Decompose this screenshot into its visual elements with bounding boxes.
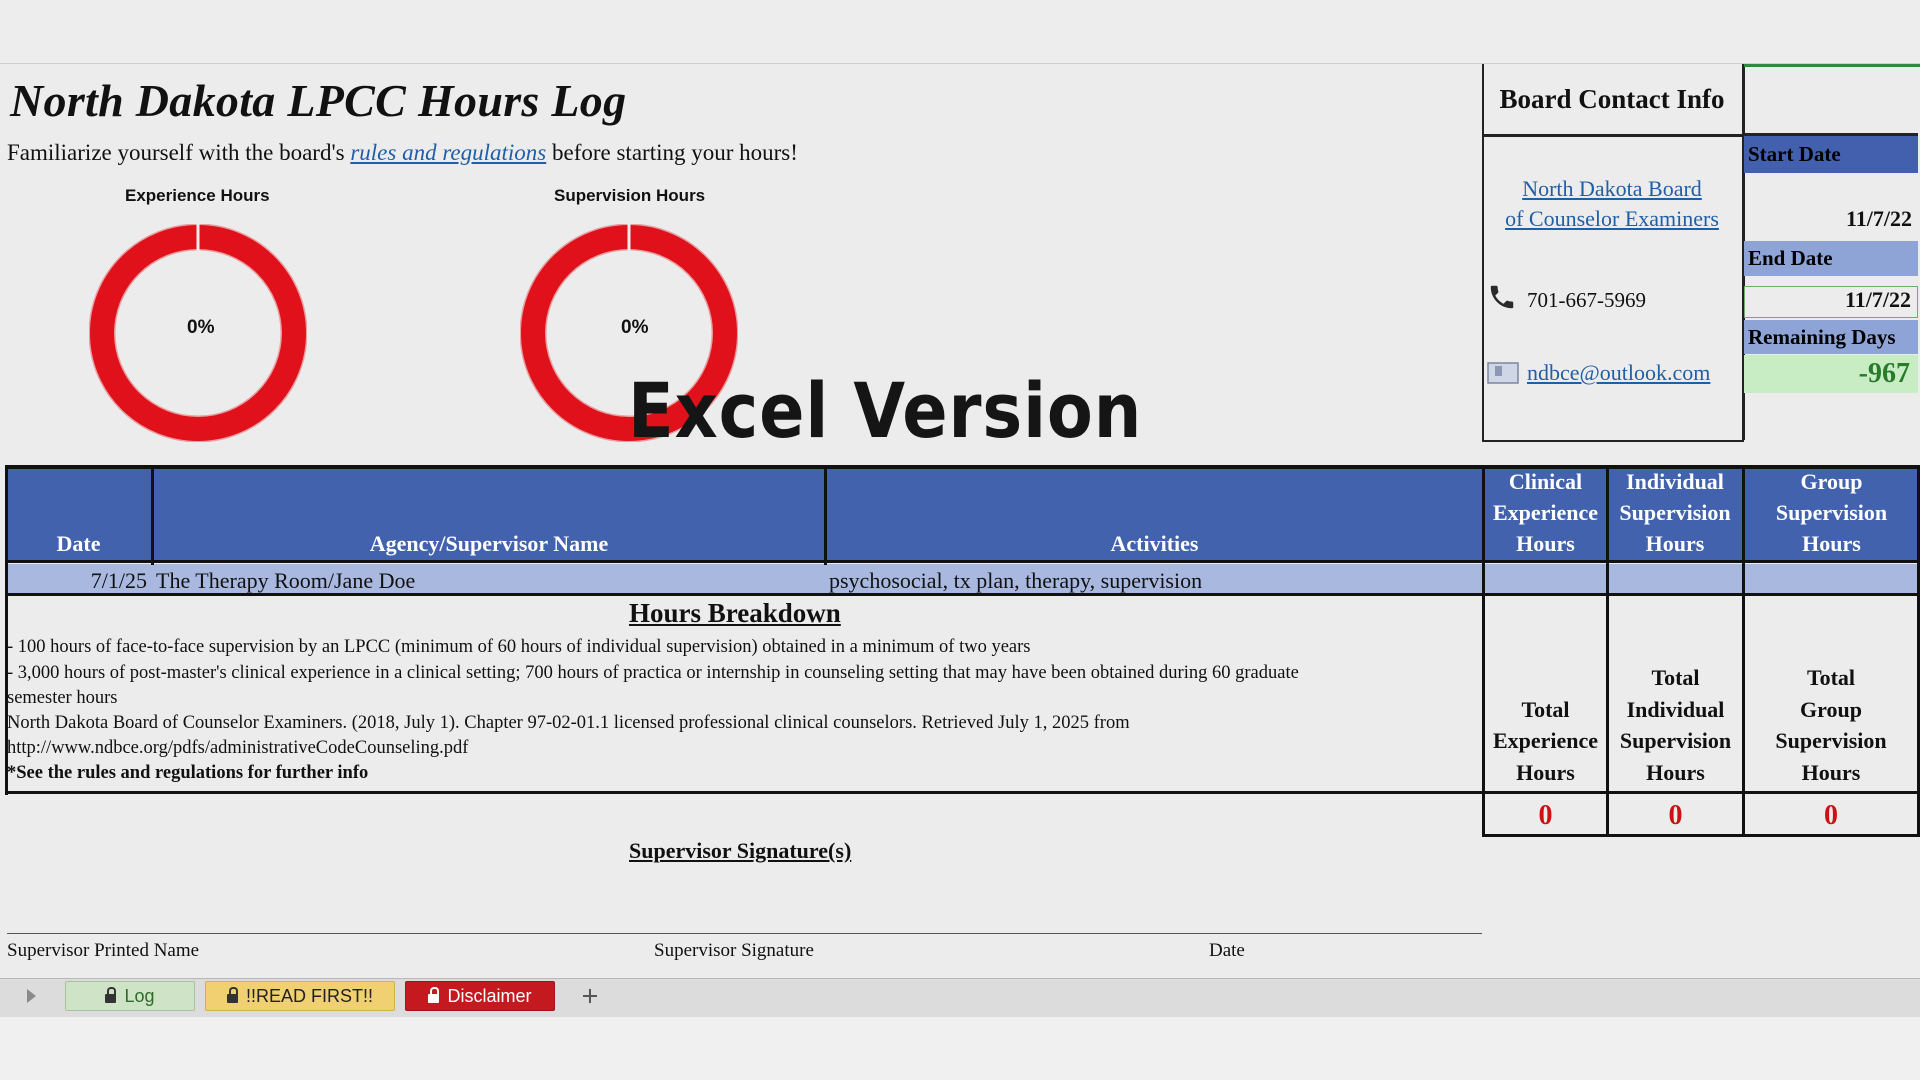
header-group-line2: Supervision xyxy=(1775,500,1888,525)
header-group-hours: Group Supervision Hours xyxy=(1745,465,1918,563)
total-experience-value: 0 xyxy=(1538,800,1553,831)
col-divider xyxy=(824,465,827,565)
total-group-value: 0 xyxy=(1824,800,1838,831)
breakdown-line: - 3,000 hours of post-master's clinical … xyxy=(7,663,1299,683)
contact-heading: Board Contact Info xyxy=(1482,64,1742,137)
board-link[interactable]: North Dakota Board of Counselor Examiner… xyxy=(1482,174,1742,234)
header-group-line3: Hours xyxy=(1802,531,1861,556)
breakdown-bottom-border xyxy=(5,791,1918,794)
total-grp-line2: Group xyxy=(1800,696,1862,722)
total-exp-line2: Experience xyxy=(1492,728,1599,753)
printed-name-label: Supervisor Printed Name xyxy=(7,940,200,961)
signature-date-label: Date xyxy=(1209,940,1245,961)
row-activities[interactable]: psychosocial, tx plan, therapy, supervis… xyxy=(829,566,1479,596)
header-activities: Activities xyxy=(1110,531,1199,556)
supervision-chart-label: Supervision Hours xyxy=(554,186,706,205)
supervision-percent: 0% xyxy=(621,317,649,338)
header-group-line1: Group xyxy=(1800,469,1863,494)
tab-disclaimer-label: Disclaimer xyxy=(447,985,532,1006)
total-ind-line2: Individual xyxy=(1626,696,1725,722)
selected-cell-top xyxy=(1744,64,1920,67)
total-individual-header: Total Individual Supervision Hours xyxy=(1609,600,1742,790)
remaining-days-label: Remaining Days xyxy=(1744,320,1918,354)
row-date[interactable]: 7/1/25 xyxy=(5,566,147,596)
row-agency[interactable]: The Therapy Room/Jane Doe xyxy=(156,566,816,596)
experience-percent: 0% xyxy=(187,317,215,338)
breakdown-line: - 100 hours of face-to-face supervision … xyxy=(7,637,1031,657)
total-group-header: Total Group Supervision Hours xyxy=(1745,600,1917,790)
supervisor-signature-title: Supervisor Signature(s) xyxy=(629,838,852,863)
email-icon xyxy=(1487,362,1519,384)
header-clinical-line3: Hours xyxy=(1516,531,1575,556)
tab-disclaimer[interactable]: Disclaimer xyxy=(405,981,555,1011)
header-date: Date xyxy=(56,531,101,556)
header-individual-line3: Hours xyxy=(1645,531,1705,556)
hours-breakdown-title: Hours Breakdown xyxy=(629,598,841,628)
experience-chart-label: Experience Hours xyxy=(125,186,270,205)
phone-icon xyxy=(1490,285,1514,309)
total-experience-header: Total Experience Hours xyxy=(1485,600,1606,790)
header-individual-hours: Individual Supervision Hours xyxy=(1608,465,1742,563)
board-link-line1[interactable]: North Dakota Board xyxy=(1482,174,1742,204)
total-ind-line3: Supervision xyxy=(1619,728,1732,753)
lock-icon xyxy=(226,987,238,1003)
rules-link[interactable]: rules and regulations xyxy=(350,140,546,165)
intro-before: Familiarize yourself with the board's xyxy=(7,140,345,165)
total-grp-line3: Supervision xyxy=(1775,728,1887,753)
lock-icon xyxy=(105,987,117,1003)
below-area xyxy=(0,1017,1920,1080)
breakdown-note: *See the rules and regulations for furth… xyxy=(7,763,369,783)
breakdown-line: North Dakota Board of Counselor Examiner… xyxy=(7,713,1130,733)
start-date-label: Start Date xyxy=(1744,133,1918,173)
lock-icon xyxy=(428,987,440,1003)
end-date-label: End Date xyxy=(1744,241,1918,276)
email-link[interactable]: ndbce@outlook.com xyxy=(1527,360,1710,386)
intro-after: before starting your hours! xyxy=(552,140,798,165)
breakdown-line: http://www.ndbce.org/pdfs/administrative… xyxy=(7,738,469,758)
board-link-line2[interactable]: of Counselor Examiners xyxy=(1482,204,1742,234)
header-individual-line2: Supervision xyxy=(1619,500,1731,525)
end-date-value[interactable]: 11/7/22 xyxy=(1744,286,1918,318)
intro-text: Familiarize yourself with the board's ru… xyxy=(7,140,798,166)
header-clinical-line1: Clinical xyxy=(1508,469,1583,494)
phone-number: 701-667-5969 xyxy=(1527,288,1646,312)
header-clinical-line2: Experience xyxy=(1492,500,1599,525)
page-title: North Dakota LPCC Hours Log xyxy=(10,75,627,126)
header-individual-line1: Individual xyxy=(1626,469,1724,494)
total-ind-line1: Total xyxy=(1651,665,1700,690)
tab-log-label: Log xyxy=(124,985,155,1006)
breakdown-line: semester hours xyxy=(7,688,118,708)
tab-log[interactable]: Log xyxy=(65,981,195,1011)
header-clinical-hours: Clinical Experience Hours xyxy=(1484,465,1607,563)
total-exp-line3: Hours xyxy=(1516,759,1575,785)
col-divider xyxy=(151,465,154,565)
signature-label: Supervisor Signature xyxy=(654,940,814,961)
totals-bottom-border xyxy=(1482,834,1918,837)
signature-line xyxy=(7,933,1482,934)
excel-version-watermark: Excel Version xyxy=(628,366,1143,455)
total-grp-line1: Total xyxy=(1806,665,1856,690)
start-date-value[interactable]: 11/7/22 xyxy=(1744,206,1918,232)
remaining-days-value: -967 xyxy=(1744,355,1918,393)
tab-read-first-label: !!READ FIRST!! xyxy=(245,985,373,1006)
total-ind-line4: Hours xyxy=(1646,759,1705,785)
scroll-right-icon[interactable] xyxy=(24,988,38,1004)
add-sheet-icon[interactable] xyxy=(581,987,599,1005)
header-agency: Agency/Supervisor Name xyxy=(369,531,609,556)
total-grp-line4: Hours xyxy=(1801,759,1861,785)
total-exp-line1: Total xyxy=(1521,696,1570,722)
total-individual-value: 0 xyxy=(1668,800,1683,831)
tab-read-first[interactable]: !!READ FIRST!! xyxy=(205,981,395,1011)
